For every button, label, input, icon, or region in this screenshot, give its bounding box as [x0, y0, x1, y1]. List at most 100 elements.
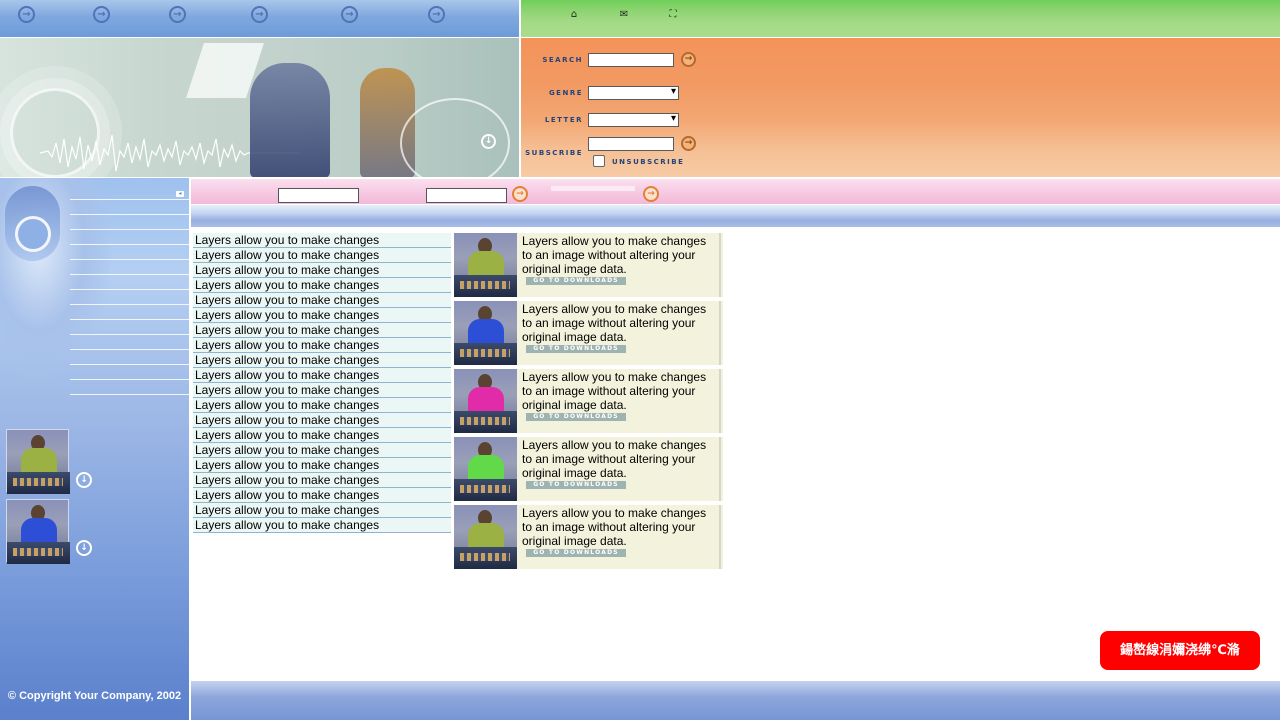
link-list-item[interactable]: Layers allow you to make changes [193, 503, 451, 518]
arrow-down-icon[interactable]: ↓ [481, 134, 496, 149]
link-list-item[interactable]: Layers allow you to make changes [193, 323, 451, 338]
dj-thumbnail-image [7, 430, 70, 494]
go-to-downloads-button[interactable]: GO TO DOWNLOADS [526, 345, 626, 353]
header-banner-image: ↓ [0, 38, 519, 177]
headphone-graphic [15, 216, 51, 252]
dj-shirt [21, 448, 57, 474]
link-list-item[interactable]: Layers allow you to make changes [193, 473, 451, 488]
card-thumbnail[interactable] [454, 369, 517, 433]
subscribe-go-icon[interactable]: → [681, 136, 696, 151]
link-list-item[interactable]: Layers allow you to make changes [193, 263, 451, 278]
copyright-text: © Copyright Your Company, 2002 [7, 690, 182, 702]
sitemap-icon[interactable]: ⛶ [666, 8, 680, 22]
sidebar-divider [70, 199, 189, 200]
dj-thumbnail-image [454, 437, 517, 501]
search-go-icon[interactable]: → [681, 52, 696, 67]
secondary-input-1[interactable] [278, 188, 359, 203]
link-list-item[interactable]: Layers allow you to make changes [193, 248, 451, 263]
collapse-icon[interactable]: ◂ [176, 191, 184, 197]
nav-arrow-icon[interactable]: → [341, 6, 358, 23]
link-list-item[interactable]: Layers allow you to make changes [193, 278, 451, 293]
download-card: Layers allow you to make changes to an i… [454, 437, 723, 501]
link-list-item[interactable]: Layers allow you to make changes [193, 413, 451, 428]
left-sidebar: ◂ ↓ ↓ [0, 178, 189, 720]
secondary-go-icon[interactable]: → [643, 186, 659, 202]
sidebar-thumbnail[interactable] [6, 499, 70, 564]
link-list-item[interactable]: Layers allow you to make changes [193, 518, 451, 533]
link-list-item[interactable]: Layers allow you to make changes [193, 338, 451, 353]
sidebar-divider [70, 244, 189, 245]
nav-arrow-icon[interactable]: → [169, 6, 186, 23]
genre-label: GENRE [548, 89, 583, 97]
sidebar-thumbnail[interactable] [6, 429, 70, 494]
link-list-item[interactable]: Layers allow you to make changes [193, 308, 451, 323]
card-edge [719, 233, 721, 297]
link-list-item[interactable]: Layers allow you to make changes [193, 443, 451, 458]
letter-label: LETTER [544, 116, 583, 124]
link-list-item[interactable]: Layers allow you to make changes [193, 458, 451, 473]
page: → → → → → → ⌂ ✉ ⛶ ↓ SEARCH → GENRE LETTE… [0, 0, 1280, 720]
card-description: Layers allow you to make changes to an i… [522, 506, 707, 548]
card-thumbnail[interactable] [454, 233, 517, 297]
sidebar-divider [70, 349, 189, 350]
genre-select[interactable] [588, 86, 679, 100]
sidebar-divider [70, 334, 189, 335]
arrow-down-icon[interactable]: ↓ [76, 540, 92, 556]
go-to-downloads-button[interactable]: GO TO DOWNLOADS [526, 481, 626, 489]
card-edge [719, 437, 721, 501]
link-list-item[interactable]: Layers allow you to make changes [193, 488, 451, 503]
link-list: Layers allow you to make changes Layers a… [193, 233, 451, 533]
nav-arrow-icon[interactable]: → [428, 6, 445, 23]
link-list-item[interactable]: Layers allow you to make changes [193, 233, 451, 248]
dj-shirt [468, 455, 504, 481]
card-description: Layers allow you to make changes to an i… [522, 438, 707, 480]
link-list-item[interactable]: Layers allow you to make changes [193, 428, 451, 443]
sidebar-divider [70, 319, 189, 320]
subscribe-email-input[interactable] [588, 137, 674, 151]
go-to-downloads-button[interactable]: GO TO DOWNLOADS [526, 413, 626, 421]
sidebar-divider [70, 379, 189, 380]
card-thumbnail[interactable] [454, 505, 517, 569]
go-to-downloads-button[interactable]: GO TO DOWNLOADS [526, 549, 626, 557]
download-card: Layers allow you to make changes to an i… [454, 233, 723, 297]
dj-shirt [468, 251, 504, 277]
subscribe-label: SUBSCRIBE [525, 149, 583, 157]
download-card: Layers allow you to make changes to an i… [454, 505, 723, 569]
unsubscribe-checkbox[interactable] [593, 155, 605, 167]
secondary-input-2[interactable] [426, 188, 507, 203]
secondary-go-icon[interactable]: → [512, 186, 528, 202]
nav-arrow-icon[interactable]: → [251, 6, 268, 23]
arrow-down-icon[interactable]: ↓ [76, 472, 92, 488]
link-list-item[interactable]: Layers allow you to make changes [193, 398, 451, 413]
card-description: Layers allow you to make changes to an i… [522, 370, 707, 412]
nav-arrow-icon[interactable]: → [93, 6, 110, 23]
link-list-item[interactable]: Layers allow you to make changes [193, 383, 451, 398]
card-thumbnail[interactable] [454, 437, 517, 501]
dj-thumbnail-image [454, 233, 517, 297]
unsubscribe-label: UNSUBSCRIBE [612, 158, 685, 166]
dj-thumbnail-image [454, 369, 517, 433]
download-card: Layers allow you to make changes to an i… [454, 301, 723, 365]
nav-arrow-icon[interactable]: → [18, 6, 35, 23]
dj-shirt [468, 319, 504, 345]
search-input[interactable] [588, 53, 674, 67]
secondary-bar-slot [551, 186, 635, 191]
dj-thumbnail-image [454, 505, 517, 569]
home-icon[interactable]: ⌂ [567, 8, 581, 22]
go-to-downloads-button[interactable]: GO TO DOWNLOADS [526, 277, 626, 285]
sidebar-divider [70, 274, 189, 275]
dj-shirt [468, 523, 504, 549]
card-edge [719, 301, 721, 365]
dj-shirt [21, 518, 57, 544]
card-description: Layers allow you to make changes to an i… [522, 302, 707, 344]
search-panel: SEARCH → GENRE LETTER SUBSCRIBE → UNSUBS… [521, 38, 1280, 177]
link-list-item[interactable]: Layers allow you to make changes [193, 293, 451, 308]
footer-bar [191, 681, 1280, 720]
letter-select[interactable] [588, 113, 679, 127]
link-list-item[interactable]: Layers allow you to make changes [193, 368, 451, 383]
link-list-item[interactable]: Layers allow you to make changes [193, 353, 451, 368]
mail-icon[interactable]: ✉ [617, 8, 631, 22]
card-thumbnail[interactable] [454, 301, 517, 365]
sidebar-divider [70, 394, 189, 395]
floating-badge[interactable]: 鍚嶅線涓嬭浇绋℃潃 [1100, 631, 1260, 670]
